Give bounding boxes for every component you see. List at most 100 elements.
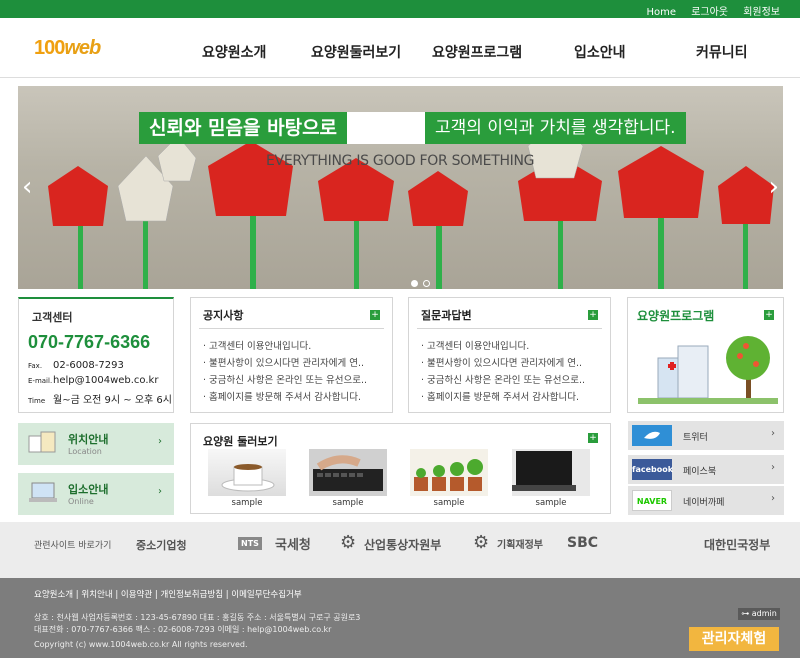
notice-item[interactable]: · 홈페이지를 방문해 주셔서 감사합니다.	[203, 389, 367, 406]
top-links: Home 로그아웃 회원정보	[634, 3, 780, 18]
email-value: help@1004web.co.kr	[53, 375, 159, 386]
banner-headline-b: 고객의 이익과 가치를 생각합니다.	[425, 112, 686, 144]
nav-program[interactable]: 요양원프로그램	[432, 42, 522, 62]
qna-item[interactable]: · 궁금하신 사항은 온라인 또는 유선으로..	[421, 372, 585, 389]
time-row: Time 월~금 오전 9시 ~ 오후 6시	[28, 391, 172, 406]
related-sites-label: 관련사이트 바로가기	[34, 541, 112, 551]
email-label: E-mail.	[28, 377, 53, 385]
notice-item[interactable]: · 고객센터 이용안내입니다.	[203, 338, 367, 355]
location-title: 위치안내	[68, 433, 109, 446]
related-sites-bar: 관련사이트 바로가기 중소기업청 NTS 국세청 ⚙ 산업통상자원부 ⚙ 기획재…	[0, 522, 800, 578]
qna-item[interactable]: · 불편사항이 있으시다면 관리자에게 연..	[421, 355, 585, 372]
contact-info: 대표전화 : 070-7767-6366 팩스 : 02-6008-7293 이…	[34, 625, 332, 634]
related-site-motie[interactable]: 산업통상자원부	[364, 536, 441, 553]
company-info: 상호 : 천사웹 사업자등록번호 : 123-45-67890 대표 : 홍길동…	[34, 613, 361, 622]
related-site-korea[interactable]: 대한민국정부	[704, 536, 770, 553]
program-box[interactable]: 요양원프로그램 +	[627, 297, 784, 413]
admin-label: admin	[751, 609, 777, 618]
facebook-logo-icon: facebook	[632, 459, 673, 480]
gallery-caption: sample	[535, 498, 567, 508]
facebook-label: 페이스북	[683, 467, 717, 477]
footer-links[interactable]: 요양원소개 | 위치안내 | 이용약관 | 개인정보취급방침 | 이메일무단수집…	[34, 588, 302, 600]
nav-tour[interactable]: 요양원둘러보기	[311, 42, 401, 62]
gallery-caption: sample	[332, 498, 364, 508]
hospital-illustration	[638, 336, 778, 404]
qna-list: · 고객센터 이용안내입니다. · 불편사항이 있으시다면 관리자에게 연.. …	[421, 338, 585, 406]
twitter-bird-icon	[632, 425, 672, 446]
qna-item[interactable]: · 홈페이지를 방문해 주셔서 감사합니다.	[421, 389, 585, 406]
notice-item[interactable]: · 불편사항이 있으시다면 관리자에게 연..	[203, 355, 367, 372]
banner-dot-2[interactable]	[423, 280, 430, 287]
laptop-icon	[512, 451, 576, 491]
notice-list: · 고객센터 이용안내입니다. · 불편사항이 있으시다면 관리자에게 연.. …	[203, 338, 367, 406]
gallery-more-icon[interactable]: +	[588, 433, 598, 443]
related-site-sbc[interactable]: SBC	[567, 535, 598, 551]
customer-phone: 070-7767-6366	[28, 332, 151, 352]
time-label: Time	[28, 397, 46, 405]
admin-button[interactable]: ⊶ admin	[738, 608, 780, 620]
notice-title: 공지사항	[203, 309, 244, 322]
qna-item[interactable]: · 고객센터 이용안내입니다.	[421, 338, 585, 355]
chevron-right-icon: ›	[771, 428, 775, 439]
logo-text: web	[64, 37, 101, 59]
related-site-smba[interactable]: 중소기업청	[136, 537, 187, 553]
qna-title: 질문과답변	[421, 309, 472, 322]
qna-more-icon[interactable]: +	[588, 310, 598, 320]
banner-dot-1[interactable]	[411, 280, 418, 287]
coffee-cup-icon	[221, 464, 275, 492]
emblem-icon: ⚙	[340, 532, 357, 553]
naver-logo-icon: NAVER	[632, 490, 672, 511]
admin-trial-button[interactable]: 관리자체험	[689, 627, 779, 651]
gallery-title: 요양원 둘러보기	[203, 435, 278, 448]
footer: 요양원소개 | 위치안내 | 이용약관 | 개인정보취급방침 | 이메일무단수집…	[0, 578, 800, 658]
email-row: E-mail.help@1004web.co.kr	[28, 375, 158, 386]
banner-next-arrow-icon[interactable]: ›	[769, 172, 779, 202]
banner-prev-arrow-icon[interactable]: ‹	[22, 172, 32, 202]
customer-center-box: 고객센터 070-7767-6366 Fax. 02-6008-7293 E-ma…	[18, 297, 174, 413]
nav-intro[interactable]: 요양원소개	[202, 42, 266, 62]
key-icon: ⊶	[741, 609, 750, 618]
copyright: Copyright (c) www.1004web.co.kr All righ…	[34, 640, 248, 649]
nav-admission[interactable]: 입소안내	[574, 42, 626, 62]
location-button[interactable]: 위치안내 Location ›	[18, 423, 174, 465]
chevron-right-icon: ›	[771, 493, 775, 504]
logo-number: 100	[34, 37, 65, 59]
main-banner: 신뢰와 믿음을 바탕으로 고객의 이익과 가치를 생각합니다. EVERYTHI…	[18, 86, 783, 289]
nts-badge[interactable]: NTS	[238, 537, 262, 550]
location-sub: Location	[68, 447, 102, 456]
chevron-right-icon: ›	[158, 436, 162, 447]
facebook-link[interactable]: facebook 페이스북 ›	[628, 455, 784, 484]
admission-button[interactable]: 입소안내 Online ›	[18, 473, 174, 515]
program-more-icon[interactable]: +	[764, 310, 774, 320]
member-info-link[interactable]: 회원정보	[743, 7, 780, 18]
admission-sub: Online	[68, 497, 94, 506]
top-bar: Home 로그아웃 회원정보	[0, 0, 800, 18]
notice-item[interactable]: · 궁금하신 사항은 온라인 또는 유선으로..	[203, 372, 367, 389]
twitter-label: 트위터	[683, 433, 708, 443]
site-logo[interactable]: 100web	[34, 37, 101, 60]
notice-more-icon[interactable]: +	[370, 310, 380, 320]
related-site-nts[interactable]: 국세청	[275, 534, 311, 553]
book-icon	[28, 431, 56, 453]
gallery-thumb-plants[interactable]	[410, 449, 488, 496]
gallery-caption: sample	[433, 498, 465, 508]
emblem-icon: ⚙	[473, 532, 490, 553]
admission-title: 입소안내	[68, 483, 109, 496]
keyboard-icon	[313, 455, 383, 491]
logout-link[interactable]: 로그아웃	[691, 7, 728, 18]
chevron-right-icon: ›	[771, 462, 775, 473]
gallery-thumb-laptop[interactable]	[512, 449, 590, 496]
chevron-right-icon: ›	[158, 486, 162, 497]
twitter-link[interactable]: 트위터 ›	[628, 421, 784, 450]
gallery-thumb-keyboard[interactable]	[309, 449, 387, 496]
banner-pagination	[411, 272, 435, 289]
gallery-thumb-coffee[interactable]	[208, 449, 286, 496]
program-title: 요양원프로그램	[637, 309, 715, 323]
fax-row: Fax. 02-6008-7293	[28, 360, 124, 371]
naver-cafe-link[interactable]: NAVER 네이버까페 ›	[628, 486, 784, 515]
banner-subtitle: EVERYTHING IS GOOD FOR SOMETHING	[266, 153, 535, 169]
related-site-mosf[interactable]: 기획재정부	[497, 536, 543, 551]
home-link[interactable]: Home	[646, 7, 676, 18]
nav-community[interactable]: 커뮤니티	[696, 42, 748, 62]
customer-center-title: 고객센터	[32, 311, 73, 324]
